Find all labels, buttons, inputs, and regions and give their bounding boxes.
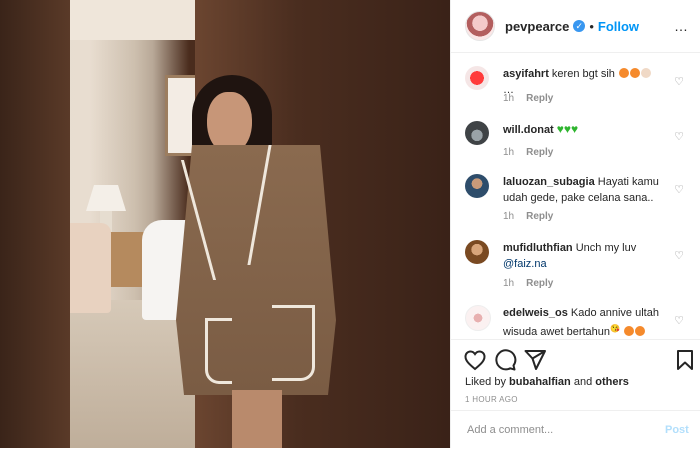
comment-body: edelweis_os Kado annive ultah wisuda awe… [503, 305, 665, 339]
kiss-emoji: 😘 [610, 324, 620, 333]
comment-body: will.donat ♥♥♥ [503, 121, 665, 138]
commenter-avatar[interactable] [465, 305, 491, 331]
liked-by-user-link[interactable]: bubahalfian [509, 376, 571, 388]
green-heart-emoji-icons: ♥♥♥ [556, 122, 579, 136]
comment-bubble-icon[interactable] [493, 348, 517, 372]
commenter-username[interactable]: laluozan_subagia [503, 176, 595, 188]
emoji-icon [624, 326, 635, 336]
comments-list[interactable]: asyifahrt keren bgt sih … 1h Reply ♡ will… [451, 53, 700, 339]
comment-meta: 1h Reply [503, 278, 553, 289]
photo-pocket-right [272, 305, 315, 381]
post-timestamp[interactable]: 1 HOUR AGO [465, 395, 518, 404]
share-send-icon[interactable] [523, 348, 547, 372]
emoji-icon [618, 68, 629, 78]
post-side-panel: pevpearce ✓ • Follow … asyifahrt keren b… [450, 0, 700, 448]
comment-meta: 1h Reply [503, 147, 553, 158]
liked-by-text: Liked by bubahalfian and others [465, 376, 629, 388]
liked-by-prefix: Liked by [465, 376, 506, 388]
reply-button[interactable]: Reply [526, 278, 553, 289]
liked-by-and: and [573, 376, 593, 388]
comment-text: keren bgt sih [551, 68, 615, 80]
reply-button[interactable]: Reply [526, 211, 553, 222]
comment-time: 1h [503, 211, 515, 222]
emoji-icon [640, 68, 651, 78]
emoji-icon [629, 68, 640, 78]
photo-pocket-left [205, 318, 232, 384]
separator-dot: • [589, 18, 594, 34]
comment-time: 1h [503, 93, 515, 104]
comment-composer: Post [451, 410, 700, 449]
comment-body: mufidluthfian Unch my luv @faiz.na [503, 240, 665, 272]
comment-meta: 1h Reply [503, 93, 553, 104]
photo-doorframe [0, 0, 70, 448]
like-comment-heart-icon[interactable]: ♡ [673, 250, 685, 262]
commenter-username[interactable]: will.donat [503, 124, 554, 136]
post-header: pevpearce ✓ • Follow … [451, 0, 700, 53]
like-comment-heart-icon[interactable]: ♡ [673, 315, 685, 327]
comment-time: 1h [503, 278, 515, 289]
like-comment-heart-icon[interactable]: ♡ [673, 76, 685, 88]
comment-text: Unch my luv [575, 242, 637, 254]
comment-meta: 1h Reply [503, 211, 553, 222]
commenter-avatar[interactable] [465, 174, 489, 198]
commenter-username[interactable]: mufidluthfian [503, 242, 573, 254]
photo-legs [232, 390, 282, 448]
reply-button[interactable]: Reply [526, 93, 553, 104]
like-comment-heart-icon[interactable]: ♡ [673, 184, 685, 196]
verified-badge-icon: ✓ [573, 20, 586, 32]
comment-body: laluozan_subagia Hayati kamu udah gede, … [503, 174, 665, 206]
emoji-icon [635, 326, 646, 336]
commenter-avatar[interactable] [465, 66, 489, 90]
add-comment-input[interactable] [465, 423, 659, 437]
save-bookmark-icon[interactable] [673, 348, 697, 372]
post-comment-button[interactable]: Post [665, 424, 689, 436]
author-avatar[interactable] [465, 11, 495, 41]
liked-by-others-link[interactable]: others [595, 376, 629, 388]
comment-mention-link[interactable]: @faiz.na [503, 258, 547, 270]
commenter-avatar[interactable] [465, 121, 489, 145]
like-comment-heart-icon[interactable]: ♡ [673, 131, 685, 143]
commenter-username[interactable]: edelweis_os [503, 307, 568, 319]
commenter-username[interactable]: asyifahrt [503, 68, 549, 80]
reply-button[interactable]: Reply [526, 147, 553, 158]
commenter-avatar[interactable] [465, 240, 489, 264]
follow-button[interactable]: Follow [598, 19, 639, 34]
author-username[interactable]: pevpearce [505, 19, 569, 34]
more-options-icon[interactable]: … [674, 18, 689, 34]
like-heart-icon[interactable] [463, 348, 487, 372]
comment-time: 1h [503, 147, 515, 158]
photo-table-lamp [86, 185, 126, 211]
post-photo[interactable] [0, 0, 450, 448]
